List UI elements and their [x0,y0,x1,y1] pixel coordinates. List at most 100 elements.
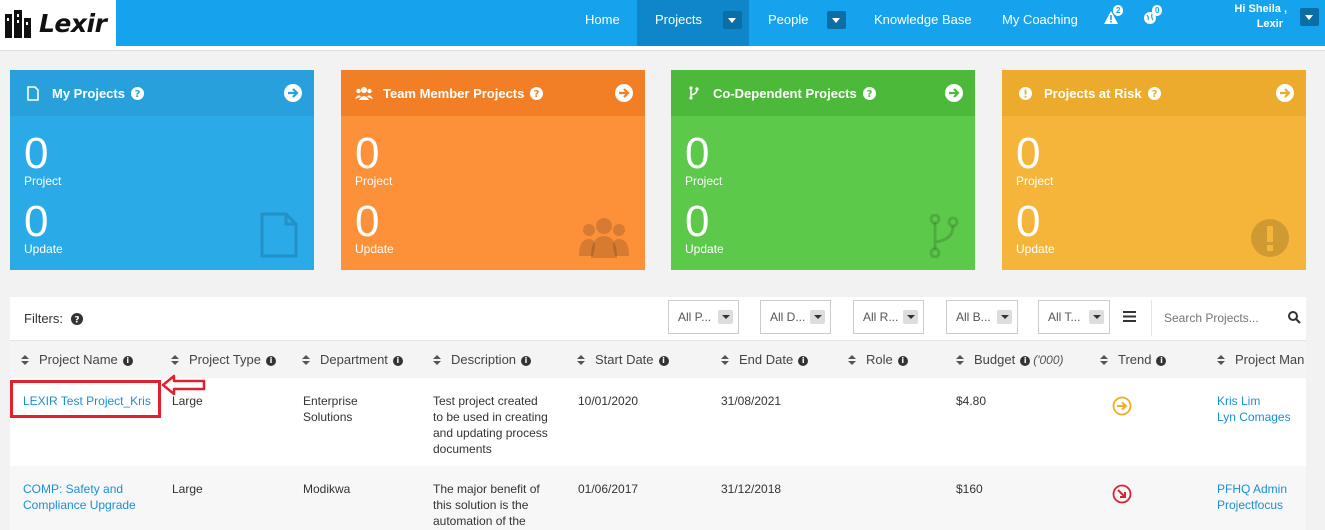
project-managers: Kris Lim Lyn Comages [1217,393,1291,425]
svg-text:?: ? [135,89,141,100]
description-line: Test project created [433,394,538,408]
nav-projects[interactable]: Projects [655,0,702,40]
filter-project-dropdown[interactable]: All P... [668,300,739,334]
update-count: 0 [685,197,710,246]
budget: $4.80 [956,394,987,408]
trend-steady-arrow-icon [1112,396,1132,416]
brand-name: Lexir [39,8,107,38]
col-end-date[interactable]: End Date i [721,341,809,379]
description-line: this solution is the [433,498,529,512]
nav-people[interactable]: People [768,0,808,40]
filter-department-dropdown[interactable]: All D... [760,300,831,334]
project-count-label: Project [685,174,723,188]
alerts-button[interactable]: 2 [1104,5,1124,27]
chevron-down-icon [1089,310,1104,324]
document-watermark-icon [260,212,298,258]
update-count-label: Update [355,242,394,256]
card-title: Team Member Projects [383,85,525,101]
users-watermark-icon [579,218,629,258]
card-header: Team Member Projects ? [341,70,645,116]
col-label: End Date [739,352,794,367]
branch-icon [685,86,703,100]
chevron-down-icon [718,310,733,324]
department-line: Enterprise [303,394,358,408]
card-my-projects[interactable]: My Projects ? 0 Project 0 Update [10,70,314,270]
arrow-right-circle-icon[interactable] [945,84,963,102]
description-line: The major benefit of [433,482,540,496]
col-label: Trend [1118,352,1152,367]
users-icon [355,86,373,100]
filter-budget-dropdown[interactable]: All B... [946,300,1018,334]
filters-text: Filters: [24,311,63,326]
col-project-name[interactable]: Project Name i [21,341,133,379]
nav-my-coaching[interactable]: My Coaching [1002,0,1078,40]
col-description[interactable]: Description i [433,341,532,379]
update-count-label: Update [24,242,63,256]
manager-link[interactable]: Lyn Comages [1217,409,1291,425]
search-box [1151,300,1307,336]
card-co-dependent-projects[interactable]: Co-Dependent Projects ? 0 Project 0 Upda… [671,70,975,270]
dropdown-value: All P... [678,310,712,324]
manager-link[interactable]: PFHQ Admin [1217,481,1287,497]
arrow-right-circle-icon[interactable] [615,84,633,102]
col-role[interactable]: Role i [848,341,908,379]
info-icon: i [392,355,403,366]
project-name-link[interactable]: COMP: Safety and Compliance Upgrade [23,481,136,513]
search-icon[interactable] [1288,311,1301,324]
end-date: 31/12/2018 [721,482,782,496]
project-count: 0 [1016,129,1041,178]
globe-button[interactable]: 0 [1144,5,1163,27]
info-icon: i [897,355,908,366]
chevron-down-icon [810,310,825,324]
help-icon[interactable]: ? [71,312,83,325]
brand-logo[interactable]: Lexir [0,0,116,46]
help-icon[interactable]: ? [130,86,144,100]
user-greeting[interactable]: Hi Sheila , Lexir [1234,2,1287,32]
project-count-label: Project [24,174,62,188]
help-icon[interactable]: ? [862,86,876,100]
col-label: Department [320,352,388,367]
col-start-date[interactable]: Start Date i [577,341,669,379]
nav-home[interactable]: Home [585,0,620,40]
search-input[interactable] [1162,308,1276,328]
card-title: My Projects [52,85,125,101]
card-team-member-projects[interactable]: Team Member Projects ? 0 Project 0 Updat… [341,70,645,270]
department-line: Solutions [303,410,353,424]
projects-dropdown-toggle[interactable] [723,11,742,29]
info-icon: i [266,355,277,366]
column-menu-icon[interactable] [1123,311,1136,322]
col-project-manager[interactable]: Project Man [1217,341,1304,379]
sort-icon [302,355,310,366]
project-count: 0 [685,129,710,178]
svg-text:?: ? [74,315,79,325]
nav-underline-strip [0,46,1325,51]
info-icon: i [798,355,809,366]
highlight-annotation-box [10,380,161,418]
user-menu-toggle[interactable] [1300,8,1319,26]
dropdown-value: All T... [1048,310,1081,324]
people-dropdown-toggle[interactable] [827,11,846,29]
card-title: Projects at Risk [1044,85,1142,101]
sort-icon [433,355,441,366]
exclamation-watermark-icon [1251,219,1289,257]
manager-link[interactable]: Kris Lim [1217,393,1291,409]
card-projects-at-risk[interactable]: Projects at Risk ? 0 Project 0 Update [1002,70,1306,270]
filter-role-dropdown[interactable]: All R... [853,300,924,334]
end-date: 31/08/2021 [721,394,782,408]
description-line: and updating process [433,426,548,440]
help-icon[interactable]: ? [1147,86,1161,100]
card-body: 0 Project 0 Update [10,116,314,270]
filter-trend-dropdown[interactable]: All T... [1038,300,1110,334]
help-icon[interactable]: ? [530,86,544,100]
info-icon: i [1156,355,1167,366]
start-date: 01/06/2017 [578,482,639,496]
arrow-right-circle-icon[interactable] [284,84,302,102]
arrow-right-circle-icon[interactable] [1276,84,1294,102]
dropdown-value: All D... [770,310,806,324]
col-budget[interactable]: Budget i ('000) [956,341,1064,379]
manager-link[interactable]: Projectfocus [1217,497,1287,513]
col-department[interactable]: Department i [302,341,403,379]
chevron-down-icon [903,310,918,324]
col-trend[interactable]: Trend i [1100,341,1167,379]
nav-knowledge-base[interactable]: Knowledge Base [874,0,972,40]
